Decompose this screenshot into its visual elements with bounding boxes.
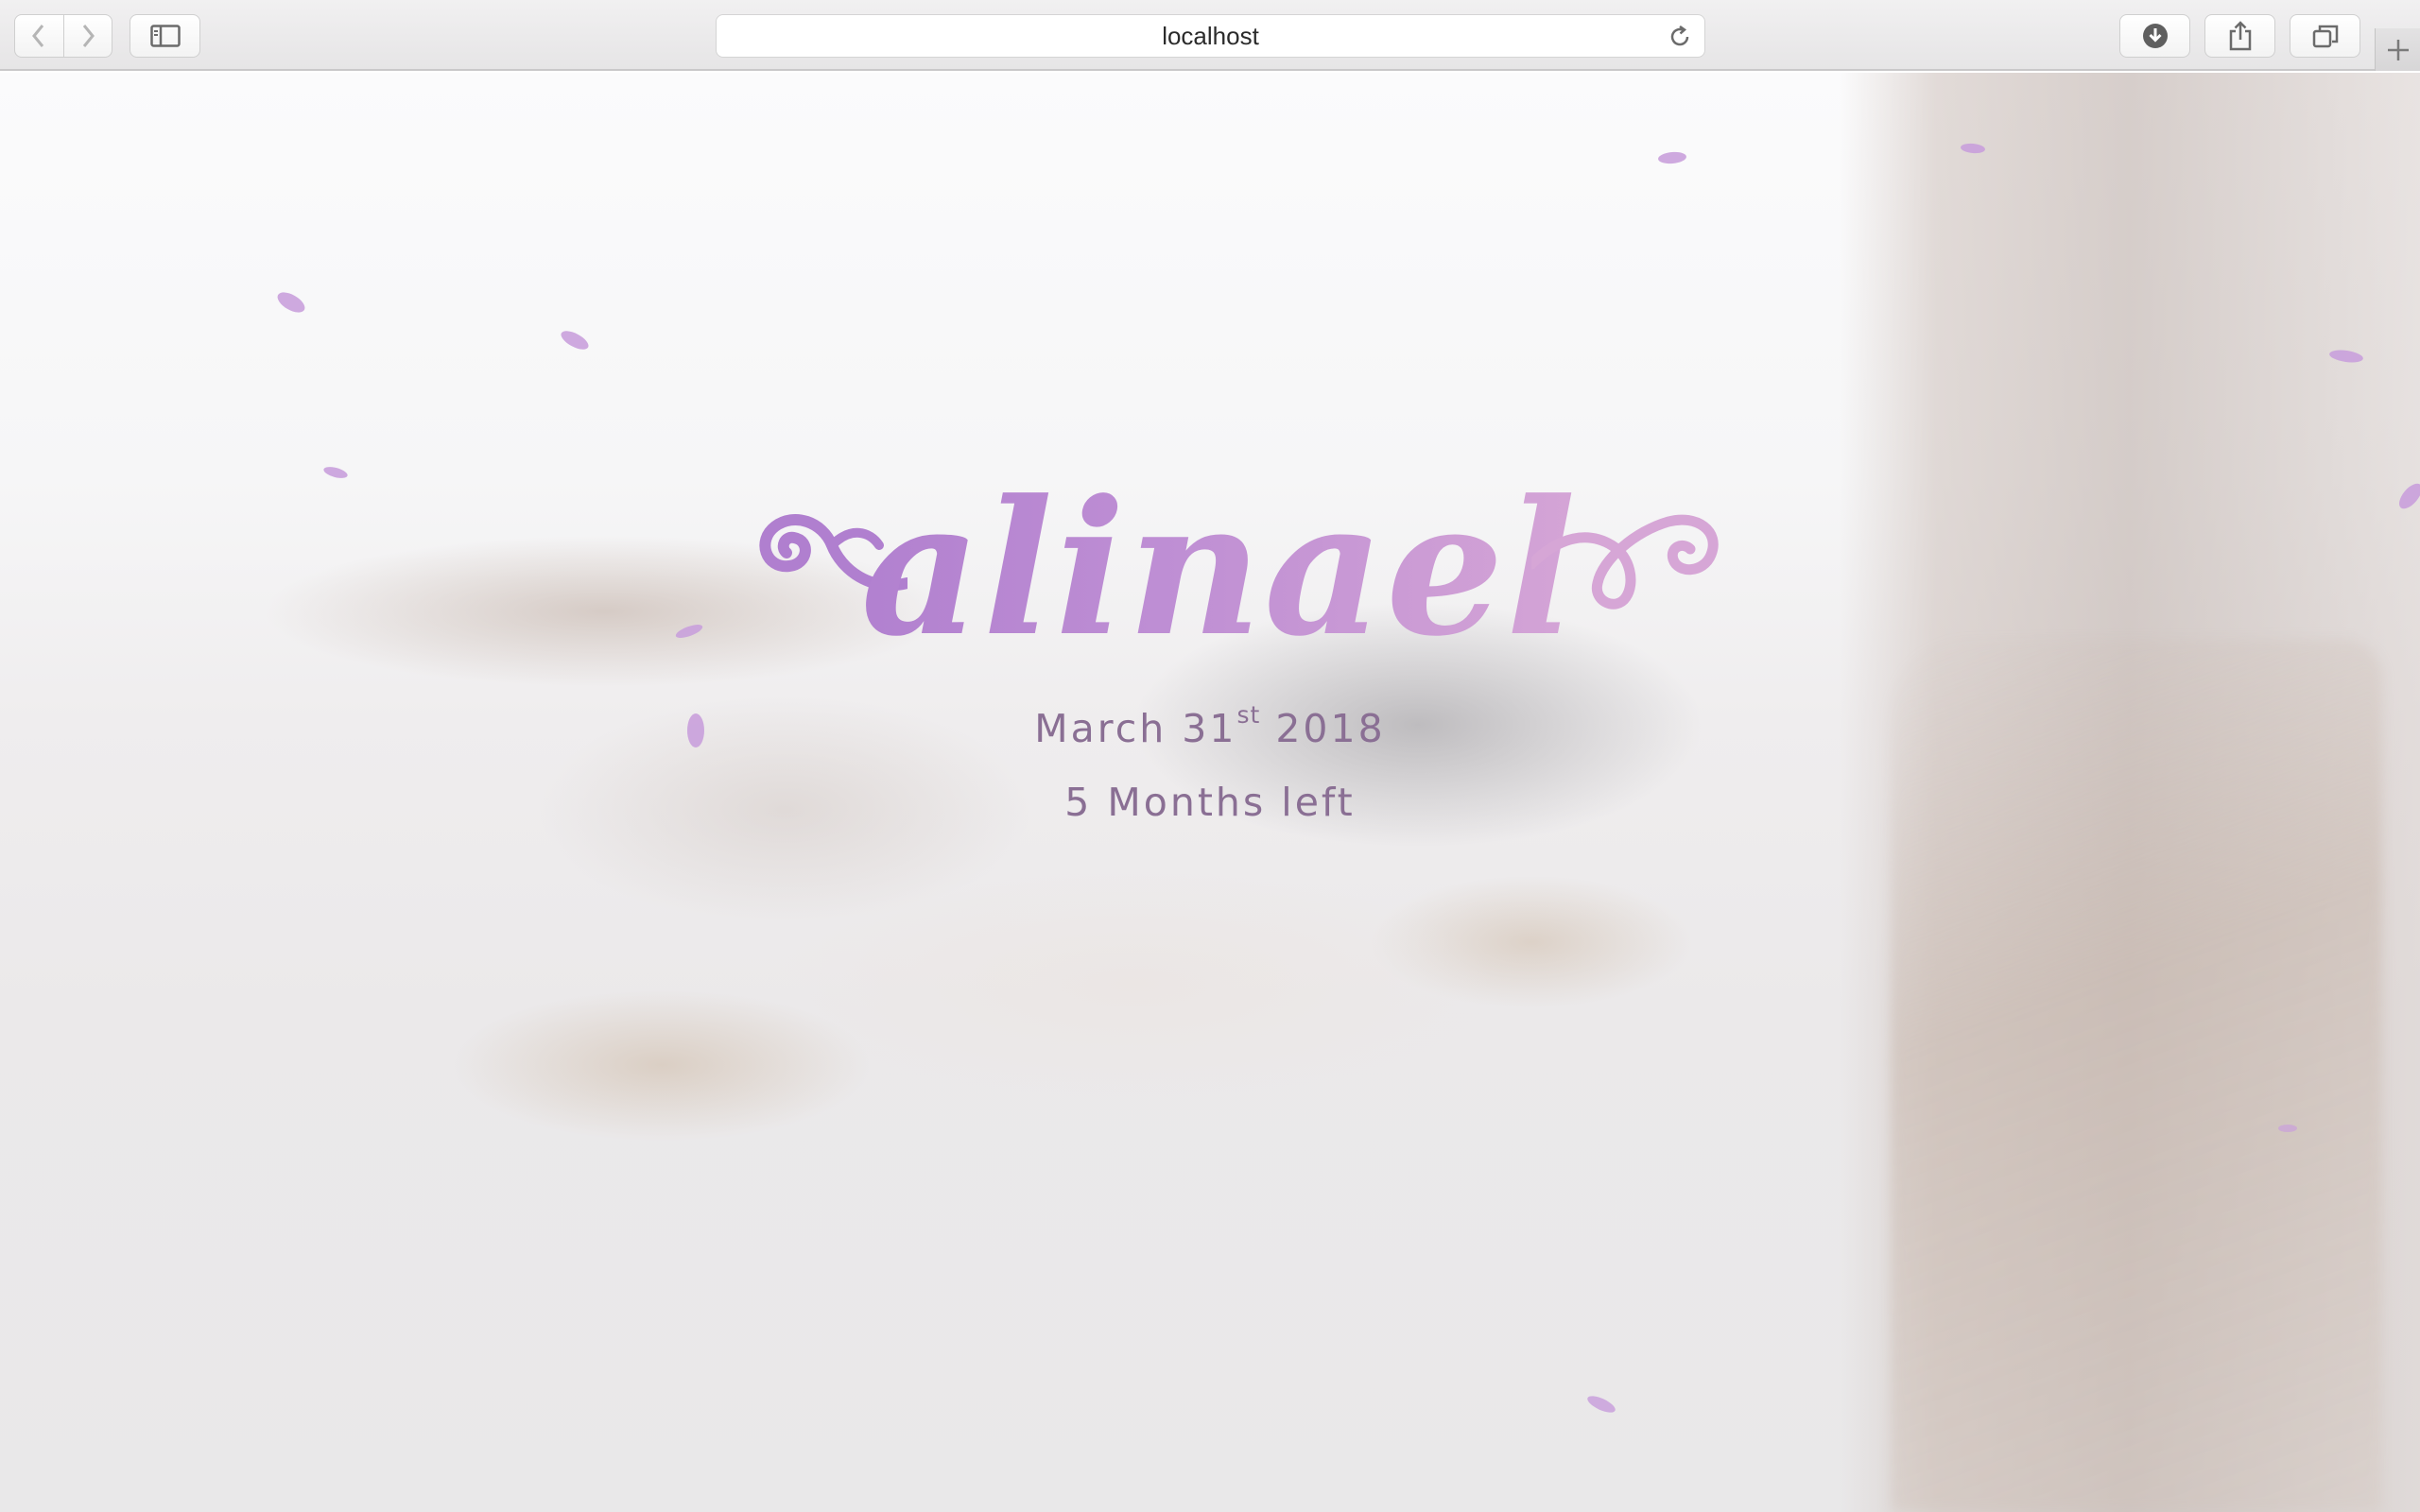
chevron-left-icon <box>32 25 44 47</box>
tabs-overview-icon <box>2312 25 2338 48</box>
page-content: alinael March 31st 2018 5 Months left <box>0 73 2420 1512</box>
browser-toolbar: localhost <box>0 0 2420 71</box>
petal-icon <box>2278 1125 2297 1132</box>
downloads-button[interactable] <box>2119 14 2190 58</box>
wedding-date: March 31st 2018 <box>0 701 2420 751</box>
share-button[interactable] <box>2204 14 2275 58</box>
petal-icon <box>1658 151 1686 164</box>
share-icon <box>2229 21 2251 51</box>
site-logo: alinael <box>718 460 1719 678</box>
date-year: 2018 <box>1260 706 1386 751</box>
tabs-overview-button[interactable] <box>2290 14 2360 58</box>
petal-icon <box>277 292 305 313</box>
petal-icon <box>2329 350 2363 363</box>
sidebar-icon <box>149 25 181 47</box>
petal-icon <box>561 331 589 350</box>
chevron-right-icon <box>82 25 95 47</box>
forward-button[interactable] <box>62 15 112 57</box>
petal-icon <box>1961 143 1985 154</box>
date-suffix: st <box>1236 701 1261 729</box>
sidebar-button[interactable] <box>130 14 200 58</box>
url-text: localhost <box>1162 21 1259 50</box>
petal-icon <box>675 625 703 638</box>
petal-icon <box>1587 1396 1616 1413</box>
right-swirl-icon <box>1531 514 1719 610</box>
background-chair <box>1891 640 2382 1512</box>
address-bar[interactable]: localhost <box>716 14 1705 58</box>
new-tab-button[interactable] <box>2375 28 2420 71</box>
reload-icon[interactable] <box>1667 24 1693 50</box>
download-icon <box>2142 24 2168 48</box>
countdown-text: 5 Months left <box>1064 780 1356 825</box>
back-button[interactable] <box>15 15 63 57</box>
nav-buttons <box>14 14 112 58</box>
date-main: March 31 <box>1034 706 1237 751</box>
petal-icon <box>323 467 348 478</box>
plus-icon <box>2387 39 2409 60</box>
logo-text: alinael <box>832 460 1607 678</box>
petal-icon <box>2399 483 2420 509</box>
